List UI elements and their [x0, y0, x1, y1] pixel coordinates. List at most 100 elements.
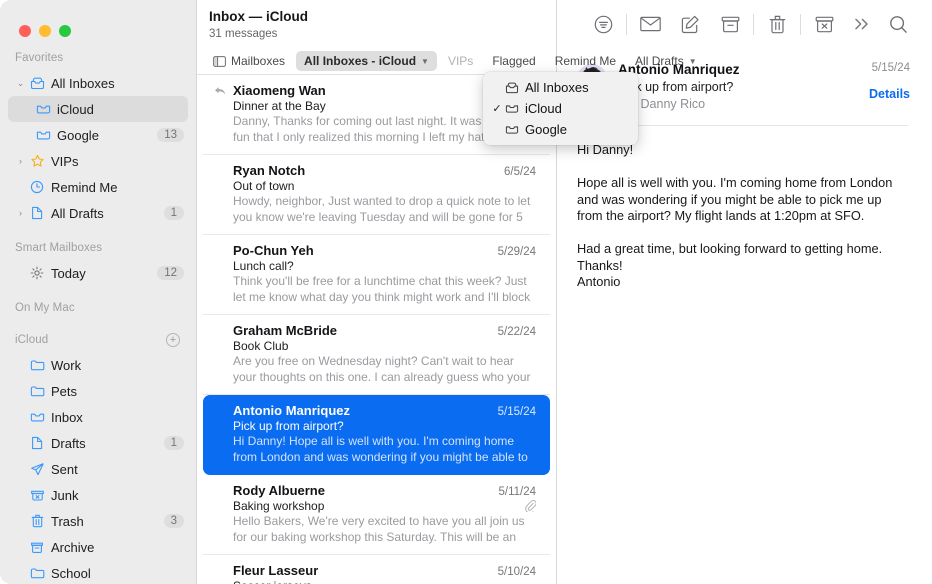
tab-label: Remind Me	[555, 54, 616, 68]
sidebar-item-all-inboxes[interactable]: ⌄ All Inboxes	[8, 70, 188, 96]
menu-item-google[interactable]: Google	[483, 119, 638, 140]
sidebar-item-all-drafts[interactable]: › All Drafts 1	[8, 200, 188, 226]
sidebar-item-remind-me[interactable]: Remind Me	[8, 174, 188, 200]
message-preview: Are you free on Wednesday night? Can't w…	[233, 354, 536, 385]
zoom-button[interactable]	[59, 25, 71, 37]
compose-icon[interactable]	[670, 9, 710, 39]
all-inboxes-icon	[27, 77, 47, 90]
sidebar-item-work[interactable]: Work	[8, 352, 188, 378]
message-date: 5/11/24	[490, 486, 536, 498]
tab-label: Flagged	[492, 54, 535, 68]
sidebar-item-label: School	[51, 566, 188, 581]
tab-mailboxes[interactable]: Mailboxes	[205, 51, 293, 71]
sidebar-item-label: Remind Me	[51, 180, 188, 195]
message-subject: Pick up from airport?	[233, 419, 344, 433]
sidebar-item-label: Work	[51, 358, 188, 373]
recipient-row: To:Danny Rico	[618, 97, 859, 111]
message-preview: Think you'll be free for a lunchtime cha…	[233, 274, 536, 305]
sidebar-item-archive[interactable]: Archive	[8, 534, 188, 560]
filter-icon[interactable]	[583, 9, 623, 39]
menu-item-icloud[interactable]: ✓ iCloud	[483, 98, 638, 119]
sidebar-item-sent[interactable]: Sent	[8, 456, 188, 482]
more-icon[interactable]	[844, 9, 878, 39]
toolbar-separator	[626, 14, 627, 35]
window-controls	[0, 0, 196, 44]
menu-item-all-inboxes[interactable]: All Inboxes	[483, 77, 638, 98]
paper-plane-icon	[27, 462, 47, 476]
chevron-down-icon[interactable]: ▼	[421, 57, 429, 66]
chevron-down-icon[interactable]: ▼	[689, 57, 697, 66]
gear-icon	[27, 266, 47, 280]
page-title: Inbox — iCloud	[209, 8, 556, 25]
inbox-icon	[505, 103, 525, 114]
star-icon	[27, 154, 47, 168]
section-title: On My Mac	[15, 302, 75, 314]
message-list: Xiaomeng Wan 6/7/24 Dinner at the Bay Da…	[197, 75, 556, 584]
tab-remind-me[interactable]: Remind Me	[547, 51, 624, 71]
search-icon[interactable]	[878, 9, 918, 39]
mark-unread-icon[interactable]	[630, 9, 670, 39]
section-title: Smart Mailboxes	[15, 242, 102, 254]
tab-flagged[interactable]: Flagged	[484, 51, 543, 71]
to-value: Danny Rico	[641, 97, 706, 111]
sidebar-item-label: Today	[51, 266, 157, 281]
sidebar-item-trash[interactable]: Trash 3	[8, 508, 188, 534]
tab-all-drafts[interactable]: All Drafts ▼	[627, 51, 705, 71]
attachment-icon	[519, 500, 536, 512]
sidebar-item-label: All Inboxes	[51, 76, 188, 91]
message-date: 5/15/24	[869, 62, 910, 74]
mail-window: Favorites ⌄ All Inboxes iCloud Google 13…	[0, 0, 932, 584]
sidebar-item-label: VIPs	[51, 154, 188, 169]
unread-count-badge: 13	[157, 128, 184, 142]
sidebar-item-label: Trash	[51, 514, 164, 529]
tab-vips[interactable]: VIPs	[440, 51, 481, 71]
message-preview: Howdy, neighbor, Just wanted to drop a q…	[233, 194, 536, 225]
message-subject: Pick up from airport?	[618, 80, 859, 94]
menu-item-label: All Inboxes	[525, 80, 638, 95]
table-row-selected[interactable]: Antonio Manriquez 5/15/24 Pick up from a…	[203, 395, 550, 475]
sidebar-item-pets[interactable]: Pets	[8, 378, 188, 404]
close-button[interactable]	[19, 25, 31, 37]
chevron-down-icon[interactable]: ⌄	[14, 79, 27, 88]
table-row[interactable]: Fleur Lasseur 5/10/24 Soccer jerseys Are…	[203, 555, 550, 584]
minimize-button[interactable]	[39, 25, 51, 37]
sidebar-item-junk[interactable]: Junk	[8, 482, 188, 508]
message-date: 5/29/24	[490, 246, 536, 258]
table-row[interactable]: Ryan Notch 6/5/24 Out of town Howdy, nei…	[203, 155, 550, 235]
tab-label: VIPs	[448, 54, 473, 68]
sidebar-section-icloud: iCloud +	[0, 326, 196, 352]
sidebar-item-inbox[interactable]: Inbox	[8, 404, 188, 430]
add-mailbox-button[interactable]: +	[166, 333, 180, 347]
inbox-icon	[27, 411, 47, 423]
sidebar-item-vips[interactable]: › VIPs	[8, 148, 188, 174]
tab-label: All Inboxes - iCloud	[304, 54, 416, 68]
sidebar-item-google[interactable]: Google 13	[8, 122, 188, 148]
junk-icon	[27, 489, 47, 502]
tab-label: Mailboxes	[231, 54, 285, 68]
delete-icon[interactable]	[757, 9, 797, 39]
table-row[interactable]: Rody Albuerne 5/11/24 Baking workshop He…	[203, 475, 550, 555]
chevron-right-icon[interactable]: ›	[14, 209, 27, 218]
sidebar-item-label: Archive	[51, 540, 188, 555]
archive-icon[interactable]	[710, 9, 750, 39]
message-preview: Hi Danny! Hope all is well with you. I'm…	[233, 434, 536, 465]
table-row[interactable]: Po-Chun Yeh 5/29/24 Lunch call? Think yo…	[203, 235, 550, 315]
sidebar-item-label: Google	[57, 128, 157, 143]
junk-icon[interactable]	[804, 9, 844, 39]
chevron-right-icon[interactable]: ›	[14, 157, 27, 166]
message-subject: Dinner at the Bay	[233, 99, 326, 113]
sidebar-item-today[interactable]: Today 12	[8, 260, 188, 286]
sidebar-item-drafts[interactable]: Drafts 1	[8, 430, 188, 456]
sidebar-item-school[interactable]: School	[8, 560, 188, 584]
tab-all-inboxes-icloud[interactable]: All Inboxes - iCloud ▼	[296, 51, 437, 71]
trash-icon	[27, 514, 47, 528]
details-link[interactable]: Details	[869, 87, 910, 101]
sidebar-item-icloud[interactable]: iCloud	[8, 96, 188, 122]
sender-name: Ryan Notch	[233, 163, 305, 178]
inbox-selector-menu[interactable]: All Inboxes ✓ iCloud Google	[483, 72, 638, 145]
inbox-icon	[505, 124, 525, 135]
sender-name: Fleur Lasseur	[233, 563, 318, 578]
section-title: Favorites	[15, 52, 63, 64]
sender-name: Antonio Manriquez	[233, 403, 350, 418]
table-row[interactable]: Graham McBride 5/22/24 Book Club Are you…	[203, 315, 550, 395]
